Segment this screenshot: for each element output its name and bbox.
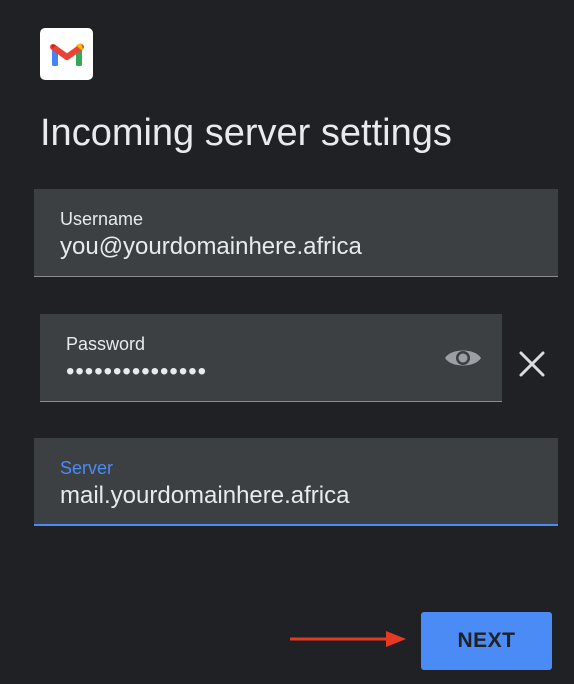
username-label: Username (60, 209, 144, 229)
arrow-right-icon (290, 631, 406, 647)
close-icon[interactable] (516, 348, 548, 380)
server-label: Server (60, 458, 114, 478)
eye-icon[interactable] (444, 345, 482, 371)
password-label: Password (66, 334, 146, 354)
username-field[interactable]: Username you@yourdomainhere.africa (34, 189, 558, 277)
password-field[interactable]: Password ••••••••••••••• (40, 314, 502, 402)
page-title: Incoming server settings (40, 112, 452, 154)
next-button[interactable]: NEXT (421, 612, 552, 670)
server-field[interactable]: Server mail.yourdomainhere.africa (34, 438, 558, 526)
server-value[interactable]: mail.yourdomainhere.africa (60, 482, 349, 510)
gmail-logo-icon (40, 28, 93, 80)
username-value[interactable]: you@yourdomainhere.africa (60, 233, 362, 261)
password-value[interactable]: ••••••••••••••• (66, 358, 207, 386)
